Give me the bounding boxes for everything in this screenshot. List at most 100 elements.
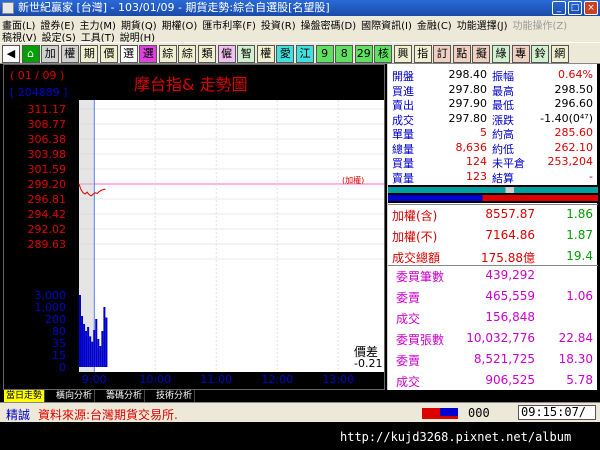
toolbar-button-24[interactable]: 擬 bbox=[472, 45, 491, 63]
toolbar-button-12[interactable]: 智 bbox=[237, 45, 256, 63]
toolbar-button-2[interactable]: 加 bbox=[41, 45, 60, 63]
chart-title: 摩台指& 走勢圖 bbox=[134, 75, 248, 94]
quote-value: 262.10 bbox=[554, 140, 594, 154]
toolbar-button-4[interactable]: 期 bbox=[80, 45, 99, 63]
order-value: 156,848 bbox=[485, 310, 535, 324]
tab-1[interactable]: 橫向分析 bbox=[54, 390, 96, 402]
toolbar-button-20[interactable]: 興 bbox=[394, 45, 412, 63]
toolbar-button-16[interactable]: 9 bbox=[315, 45, 334, 63]
quote-value: 285.60 bbox=[554, 126, 594, 139]
order-value: 439,292 bbox=[485, 268, 535, 282]
quote-value: 0.64% bbox=[558, 68, 593, 81]
row1-item-4[interactable]: 期權(O) bbox=[162, 17, 198, 32]
toolbar-button-28[interactable]: 網 bbox=[550, 45, 569, 63]
toolbar-button-9[interactable]: 綜 bbox=[178, 45, 197, 63]
window-title: 新世紀贏家 [台灣] - 103/01/09 - 期貨走勢:綜合自選股[名望股] bbox=[18, 1, 330, 14]
index-pct: 19.4 bbox=[566, 249, 593, 263]
toolbar-button-6[interactable]: 選 bbox=[119, 45, 138, 63]
index-label: 成交總額 bbox=[392, 251, 441, 265]
toolbar-button-26[interactable]: 專 bbox=[511, 45, 530, 63]
quote-value: 297.80 bbox=[448, 82, 488, 96]
close-button[interactable]: × bbox=[584, 1, 598, 15]
toolbar-button-0[interactable]: ◀ bbox=[2, 45, 20, 63]
chart-date: ( 01 / 09 ) bbox=[10, 69, 65, 82]
row1-item-7[interactable]: 操盤密碼(D) bbox=[301, 17, 357, 32]
quote-panel: 開盤 298.40 振幅 0.64% 買進 297.80 最高 298.50 賣出 297.90 最… bbox=[387, 64, 598, 390]
toolbar-button-1[interactable]: ⌂ bbox=[21, 45, 40, 63]
order-pct: 22.84 bbox=[558, 331, 593, 345]
order-label: 委賣 bbox=[396, 354, 421, 368]
trend-chart-panel: 311.17 308.77 306.38 303.98 301.59 299.20 296.… bbox=[3, 64, 385, 390]
toolbar-button-23[interactable]: 點 bbox=[452, 45, 471, 63]
volume-bar bbox=[95, 319, 98, 367]
toolbar-button-22[interactable]: 訂 bbox=[433, 45, 452, 63]
quote-value: 298.40 bbox=[448, 68, 488, 81]
volume-bar bbox=[105, 317, 108, 367]
quote-value: 124 bbox=[466, 155, 487, 168]
status-bar: 精誠 資料來源:台灣期貨交易所. 000 09:15:07/ bbox=[0, 402, 600, 422]
toolbar-button-8[interactable]: 綜 bbox=[158, 45, 177, 63]
order-label: 委買張數 bbox=[396, 333, 445, 347]
buy-sell-bar bbox=[388, 185, 598, 203]
tab-3[interactable]: 技術分析 bbox=[154, 390, 196, 402]
row1-item-5[interactable]: 匯市利率(F) bbox=[202, 17, 256, 32]
quote-value: 298.50 bbox=[554, 82, 594, 96]
price-tick-label: 303.98 bbox=[28, 148, 67, 161]
toolbar-button-13[interactable]: 權 bbox=[256, 45, 275, 63]
toolbar-button-14[interactable]: 愛 bbox=[276, 45, 295, 63]
toolbar-button-11[interactable]: 僱 bbox=[217, 45, 236, 63]
toolbar-button-7[interactable]: 選 bbox=[139, 45, 158, 63]
quote-value: 296.60 bbox=[554, 97, 594, 110]
toolbar-button-18[interactable]: 29 bbox=[354, 45, 373, 63]
maximize-button[interactable]: □ bbox=[568, 1, 582, 15]
order-pct: 18.30 bbox=[558, 352, 593, 366]
price-tick-label: 299.20 bbox=[28, 178, 67, 191]
clock: 09:15:07/ bbox=[518, 405, 596, 420]
time-tick-label: 9:00 bbox=[82, 373, 107, 386]
quote-value: -1.40(0⁴⁷) bbox=[540, 111, 593, 125]
quote-value: 297.90 bbox=[448, 97, 488, 110]
index-value: 175.88億 bbox=[481, 251, 535, 265]
toolbar-button-3[interactable]: 權 bbox=[60, 45, 79, 63]
volume-bar bbox=[81, 316, 84, 367]
order-value: 8,521,725 bbox=[473, 352, 535, 366]
title-bar: 新世紀贏家 [台灣] - 103/01/09 - 期貨走勢:綜合自選股[名望股]… bbox=[0, 0, 600, 16]
volume-bar bbox=[99, 346, 102, 367]
volume-bar bbox=[103, 307, 106, 367]
toolbar-button-17[interactable]: 8 bbox=[335, 45, 354, 63]
tab-0[interactable]: 當日走勢 bbox=[4, 390, 46, 402]
broker-name: 精誠 bbox=[6, 408, 31, 422]
quote-value: 123 bbox=[466, 169, 487, 183]
time-tick-label: 12:00 bbox=[261, 373, 293, 386]
price-tick-label: 306.38 bbox=[28, 133, 67, 146]
order-label: 委買筆數 bbox=[396, 270, 445, 284]
row1-item-8[interactable]: 國際資訊(I) bbox=[361, 17, 412, 32]
minimize-button[interactable]: _ bbox=[552, 1, 566, 15]
order-label: 成交 bbox=[396, 312, 421, 326]
row1-item-6[interactable]: 投資(R) bbox=[261, 17, 296, 32]
price-tick-label: 308.77 bbox=[28, 118, 67, 131]
toolbar-button-27[interactable]: 鈴 bbox=[531, 45, 550, 63]
toolbar-button-5[interactable]: 價 bbox=[100, 45, 118, 63]
trend-chart: 311.17 308.77 306.38 303.98 301.59 299.20 296.… bbox=[28, 100, 384, 386]
toolbar-button-15[interactable]: 江 bbox=[296, 45, 314, 63]
tab-2[interactable]: 籌碼分析 bbox=[104, 390, 146, 402]
spread-value: -0.21 bbox=[354, 357, 383, 370]
toolbar: ◀ ⌂ 加權期價選選綜綜類僱智權愛江 9 8 29 核興指訂點擬綠專鈴網 bbox=[0, 42, 600, 64]
toolbar-button-10[interactable]: 類 bbox=[198, 45, 216, 63]
volume-bar bbox=[83, 324, 86, 367]
price-tick-label: 301.59 bbox=[28, 163, 67, 176]
row1-item-10[interactable]: 功能選擇(J) bbox=[457, 17, 508, 32]
index-value: 7164.86 bbox=[485, 228, 535, 242]
volume-bar bbox=[93, 330, 96, 367]
toolbar-button-19[interactable]: 核 bbox=[374, 45, 393, 63]
order-value: 906,525 bbox=[485, 373, 535, 387]
quote-value: - bbox=[589, 169, 593, 183]
analysis-tabs: 當日走勢 橫向分析 籌碼分析 技術分析 bbox=[0, 390, 600, 402]
quote-value: 5 bbox=[480, 126, 487, 139]
toolbar-button-25[interactable]: 綠 bbox=[492, 45, 510, 63]
index-label: 加權(不) bbox=[392, 230, 438, 244]
toolbar-button-21[interactable]: 指 bbox=[413, 45, 432, 63]
row1-item-9[interactable]: 金融(C) bbox=[417, 17, 452, 32]
data-source: 資料來源:台灣期貨交易所. bbox=[38, 408, 178, 422]
